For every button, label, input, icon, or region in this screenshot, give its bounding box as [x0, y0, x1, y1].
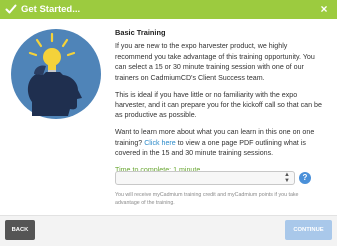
head-with-lightbulb-icon [11, 29, 101, 119]
dialog-footer: BACK CONTINUE [0, 215, 337, 246]
section-heading: Basic Training [115, 28, 166, 37]
continue-button[interactable]: CONTINUE [285, 220, 332, 240]
training-session-select[interactable]: ▲ ▼ [115, 171, 295, 185]
select-arrows-icon: ▲ ▼ [284, 172, 290, 184]
dialog-title: Get Started... [21, 4, 81, 15]
pdf-link[interactable]: Click here [144, 139, 176, 147]
learn-more-paragraph: Want to learn more about what you can le… [115, 127, 323, 158]
familiarity-paragraph: This is ideal if you have little or no f… [115, 90, 322, 120]
close-icon[interactable]: × [318, 2, 330, 16]
help-icon[interactable]: ? [299, 172, 311, 184]
check-icon [5, 4, 17, 14]
intro-paragraph: If you are new to the expo harvester pro… [115, 42, 315, 82]
dialog-titlebar: Get Started... × [0, 0, 337, 19]
back-button[interactable]: BACK [5, 220, 35, 240]
training-credit-note: You will receive myCadmium training cred… [115, 192, 299, 207]
training-content: Basic Training If you are new to the exp… [115, 28, 323, 175]
get-started-dialog: Get Started... × Basic Training If you a… [0, 0, 337, 246]
